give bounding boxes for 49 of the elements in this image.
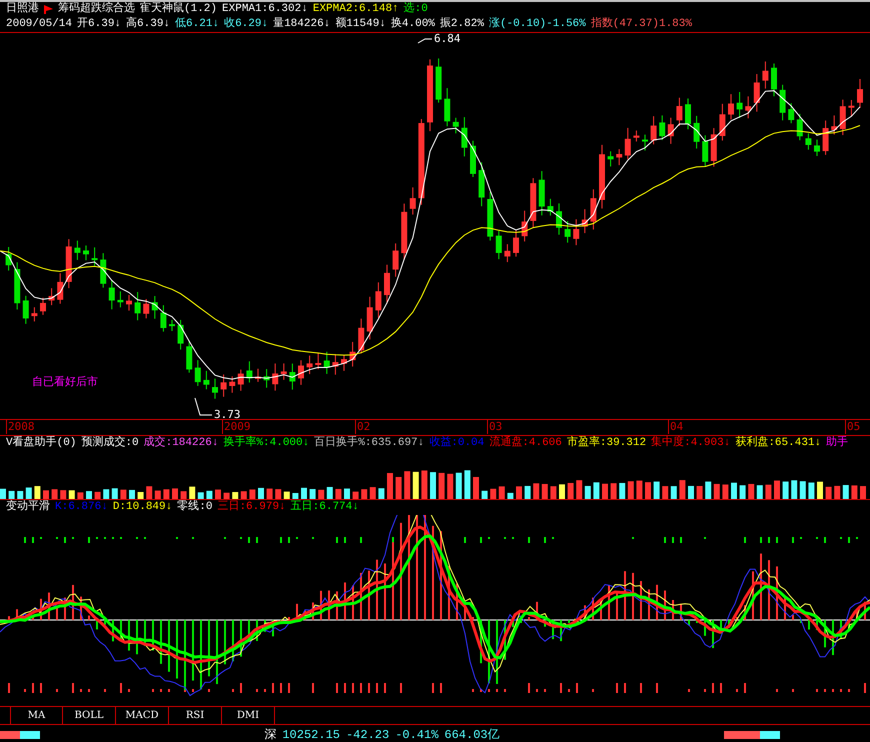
- volume-value: 百日换手%:635.697↓: [314, 436, 424, 451]
- volume-value: 收益:0.04: [429, 436, 484, 451]
- indicator-value: 选:0: [404, 2, 428, 17]
- date-label: 02: [355, 420, 370, 434]
- indicator-value: 零线:0: [177, 500, 212, 515]
- volume-value: 换手率%:4.000↓: [223, 436, 310, 451]
- date-label: 05: [845, 420, 860, 434]
- price-label: 6.84: [434, 33, 460, 45]
- quote-value: 换4.00%: [390, 17, 435, 32]
- indicator-value: K:6.876↓: [55, 500, 108, 515]
- formula-name: 筹码超跌综合选: [58, 2, 135, 16]
- quote-value: 量184226↓: [273, 17, 330, 32]
- volume-value: 市盈率:39.312: [566, 436, 646, 451]
- quote-value: 开6.39↓: [77, 17, 122, 32]
- volume-value: V看盘助手(0): [6, 436, 76, 451]
- quote-value: 指数(47.37)1.83%: [590, 17, 692, 32]
- indicator-name: 寉天神鼠(1.2): [140, 2, 218, 17]
- price-label: 3.73: [214, 409, 240, 421]
- quote-value: 额11549↓: [335, 17, 386, 32]
- indicator-value: 五日:6.774↓: [290, 500, 359, 515]
- quote-value: 高6.39↓: [126, 17, 170, 32]
- date-label: 2008: [6, 420, 34, 434]
- indicator-value: 变动平滑: [6, 500, 50, 515]
- volume-value: 流通盘:4.606: [489, 436, 562, 451]
- index-change: -42.23: [346, 727, 390, 742]
- index-percent: -0.41%: [395, 727, 438, 742]
- chart-note: 自已看好后市: [32, 376, 98, 388]
- volume-value: 成交:184226↓: [144, 436, 218, 451]
- quote-value: 2009/05/14: [6, 17, 72, 32]
- volume-value: 预测成交:0: [81, 436, 139, 451]
- quote-value: 涨(-0.10)-1.56%: [488, 17, 586, 32]
- indicator-value: EXPMA1:6.302↓: [222, 2, 308, 17]
- volume-value: 获利盘:65.431↓: [735, 436, 822, 451]
- date-label: 2009: [222, 420, 250, 434]
- market-label: 深: [264, 727, 276, 742]
- quote-value: 振2.82%: [440, 17, 484, 32]
- indicator-value: 三日:6.979↓: [217, 500, 286, 515]
- turnover-amount: 664.03亿: [444, 727, 500, 742]
- volume-value: 集中度:4.903↓: [651, 436, 730, 451]
- indicator-value: D:10.849↓: [112, 500, 172, 515]
- date-label: 03: [487, 420, 502, 434]
- indicator-value: EXPMA2:6.148↑: [312, 2, 399, 16]
- indicator-tab[interactable]: MA: [10, 707, 63, 724]
- index-value: 10252.15: [282, 727, 340, 742]
- quote-value: 低6.21↓: [175, 17, 220, 32]
- date-label: 04: [668, 420, 684, 434]
- volume-value: 助手: [826, 436, 848, 451]
- quote-value: 收6.29↓: [224, 17, 268, 32]
- stock-name: 日照港: [6, 2, 39, 17]
